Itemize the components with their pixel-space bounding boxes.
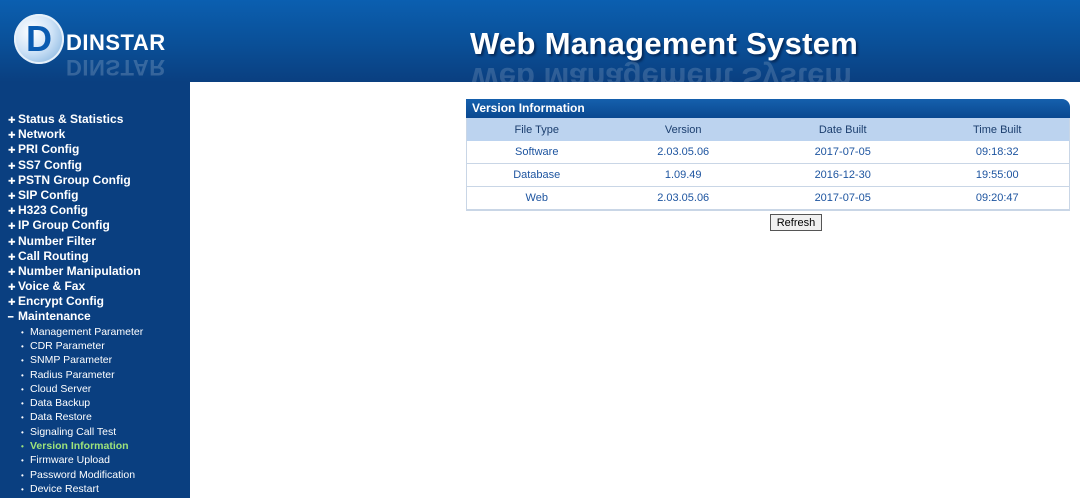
brand-name: DINSTAR <box>66 30 166 55</box>
sidebar-item-number-filter[interactable]: ✚ Number Filter <box>0 234 190 249</box>
cell-file-type: Software <box>467 141 607 164</box>
table-row: Software 2.03.05.06 2017-07-05 09:18:32 <box>467 141 1069 164</box>
plus-icon: ✚ <box>8 206 16 217</box>
bullet-icon: • <box>21 341 24 351</box>
plus-icon: ✚ <box>8 297 16 308</box>
sidebar-subitem-signaling-call-test[interactable]: • Signaling Call Test <box>0 425 190 439</box>
table-row: Web 2.03.05.06 2017-07-05 09:20:47 <box>467 186 1069 210</box>
sidebar-item-encrypt-config[interactable]: ✚ Encrypt Config <box>0 294 190 309</box>
bullet-icon: • <box>21 470 24 480</box>
cell-time-built: 19:55:00 <box>925 163 1069 187</box>
sidebar-subitem-cdr-parameter[interactable]: • CDR Parameter <box>0 339 190 353</box>
bullet-icon: • <box>21 484 24 494</box>
plus-icon: ✚ <box>8 221 16 232</box>
column-header-file-type: File Type <box>467 118 607 141</box>
sidebar-subitem-data-backup[interactable]: • Data Backup <box>0 396 190 410</box>
sidebar-item-ip-group-config[interactable]: ✚ IP Group Config <box>0 218 190 233</box>
sidebar-item-h323-config[interactable]: ✚ H323 Config <box>0 203 190 218</box>
table-header-row: File Type Version Date Built Time Built <box>467 118 1069 141</box>
bullet-icon: • <box>21 370 24 380</box>
plus-icon: ✚ <box>8 251 16 262</box>
sidebar-subitem-device-restart[interactable]: • Device Restart <box>0 482 190 496</box>
logo-letter: D <box>26 18 52 59</box>
sidebar-subitem-data-restore[interactable]: • Data Restore <box>0 410 190 424</box>
version-information-panel: Version Information File Type Version Da… <box>466 99 1070 211</box>
version-table: File Type Version Date Built Time Built … <box>467 118 1069 210</box>
sidebar-subitem-management-parameter[interactable]: • Management Parameter <box>0 325 190 339</box>
header-banner: D DINSTAR DINSTAR Web Management System … <box>0 0 1080 82</box>
sidebar-subitem-version-information[interactable]: • Version Information <box>0 439 190 453</box>
cell-version: 2.03.05.06 <box>606 141 760 164</box>
cell-date-built: 2017-07-05 <box>759 186 926 210</box>
sidebar-item-status-statistics[interactable]: ✚ Status & Statistics <box>0 112 190 127</box>
sidebar-item-call-routing[interactable]: ✚ Call Routing <box>0 249 190 264</box>
cell-file-type: Database <box>467 163 607 187</box>
cell-version: 2.03.05.06 <box>606 186 760 210</box>
sidebar-subitem-password-modification[interactable]: • Password Modification <box>0 468 190 482</box>
sidebar-nav: ✚ Status & Statistics ✚ Network ✚ PRI Confi… <box>0 112 190 496</box>
sidebar-subitem-cloud-server[interactable]: • Cloud Server <box>0 382 190 396</box>
column-header-time-built: Time Built <box>925 118 1069 141</box>
plus-icon: ✚ <box>8 266 16 277</box>
plus-icon: ✚ <box>8 190 16 201</box>
table-row: Database 1.09.49 2016-12-30 19:55:00 <box>467 163 1069 187</box>
plus-icon: ✚ <box>8 236 16 247</box>
sidebar-item-number-manipulation[interactable]: ✚ Number Manipulation <box>0 264 190 279</box>
sidebar-item-network[interactable]: ✚ Network <box>0 127 190 142</box>
brand-reflection: DINSTAR <box>66 55 166 80</box>
version-table-wrap: File Type Version Date Built Time Built … <box>466 118 1070 211</box>
bullet-icon: • <box>21 327 24 337</box>
sidebar-item-maintenance[interactable]: ━ Maintenance <box>0 309 190 324</box>
sidebar-subitem-snmp-parameter[interactable]: • SNMP Parameter <box>0 353 190 367</box>
bullet-icon: • <box>21 356 24 366</box>
sidebar-item-pstn-group-config[interactable]: ✚ PSTN Group Config <box>0 173 190 188</box>
sidebar-item-sip-config[interactable]: ✚ SIP Config <box>0 188 190 203</box>
sidebar-item-ss7-config[interactable]: ✚ SS7 Config <box>0 158 190 173</box>
cell-version: 1.09.49 <box>606 163 760 187</box>
system-title-reflection: Web Management System <box>470 61 852 82</box>
plus-icon: ✚ <box>8 160 16 171</box>
bullet-icon: • <box>21 399 24 409</box>
sidebar-subitem-radius-parameter[interactable]: • Radius Parameter <box>0 368 190 382</box>
cell-date-built: 2016-12-30 <box>759 163 926 187</box>
plus-icon: ✚ <box>8 115 16 125</box>
sidebar-item-voice-fax[interactable]: ✚ Voice & Fax <box>0 279 190 294</box>
column-header-date-built: Date Built <box>759 118 926 141</box>
bullet-icon: • <box>21 456 24 466</box>
bullet-icon: • <box>21 384 24 394</box>
minus-icon: ━ <box>8 312 14 323</box>
bullet-icon: • <box>21 442 24 451</box>
sidebar-item-pri-config[interactable]: ✚ PRI Config <box>0 142 190 157</box>
plus-icon: ✚ <box>8 145 16 156</box>
cell-date-built: 2017-07-05 <box>759 141 926 164</box>
cell-time-built: 09:18:32 <box>925 141 1069 164</box>
plus-icon: ✚ <box>8 130 16 141</box>
dinstar-logo: D DINSTAR DINSTAR <box>14 14 166 80</box>
plus-icon: ✚ <box>8 175 16 186</box>
bullet-icon: • <box>21 427 24 437</box>
panel-title: Version Information <box>466 99 1070 118</box>
cell-file-type: Web <box>467 186 607 210</box>
cell-time-built: 09:20:47 <box>925 186 1069 210</box>
plus-icon: ✚ <box>8 282 16 293</box>
sidebar-subitem-firmware-upload[interactable]: • Firmware Upload <box>0 453 190 467</box>
bullet-icon: • <box>21 413 24 423</box>
column-header-version: Version <box>606 118 760 141</box>
refresh-button[interactable]: Refresh <box>770 214 822 231</box>
system-title: Web Management System <box>470 26 859 61</box>
